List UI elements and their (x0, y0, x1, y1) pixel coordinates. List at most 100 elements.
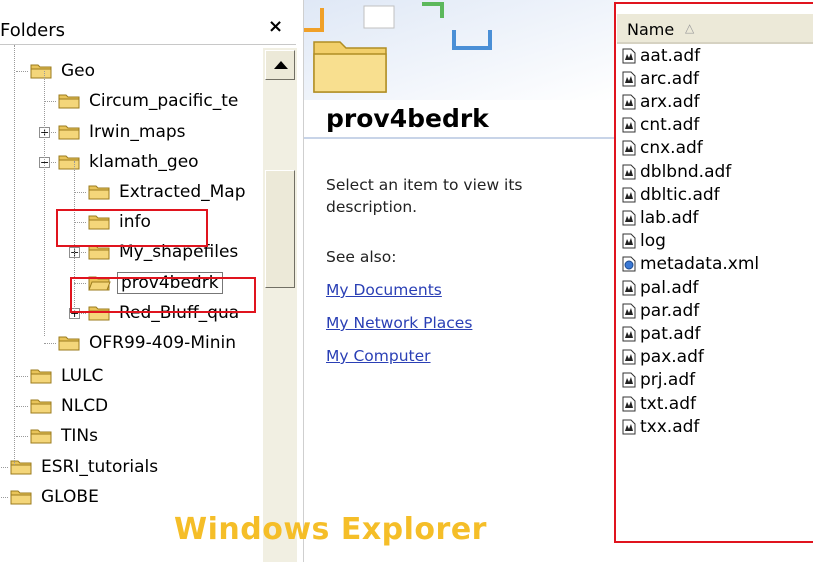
link-my-documents[interactable]: My Documents (326, 281, 442, 299)
tree-item-label: GLOBE (41, 487, 99, 507)
tree-connector (16, 406, 28, 407)
file-list-item[interactable]: txt.adf (617, 392, 696, 415)
tree-item[interactable]: Geo (30, 57, 97, 85)
tree-guide-line (74, 161, 75, 311)
tree-connector (0, 467, 8, 468)
tree-item-label: Extracted_Map (119, 182, 246, 202)
file-name: log (640, 231, 666, 252)
file-name: par.adf (640, 300, 700, 321)
file-list-item[interactable]: metadata.xml (617, 253, 759, 276)
folder-icon (30, 369, 52, 384)
folder-description: Select an item to view its description. (326, 176, 523, 216)
adf-file-icon (622, 164, 636, 179)
file-name: cnx.adf (640, 138, 703, 159)
folder-icon (88, 185, 110, 200)
file-name: dblbnd.adf (640, 161, 732, 182)
tree-item-label: NLCD (61, 396, 109, 416)
tree-connector (44, 343, 56, 344)
tree-item[interactable]: My_shapefiles (88, 238, 240, 266)
scroll-up-button[interactable] (265, 50, 295, 80)
arrow-up-icon (274, 61, 288, 69)
file-list-item[interactable]: pat.adf (617, 322, 700, 345)
folder-icon (30, 64, 52, 79)
tree-item-label-selected: prov4bedrk (117, 272, 223, 294)
file-list-item[interactable]: dblbnd.adf (617, 160, 731, 183)
name-column-header[interactable]: Name △ (617, 14, 813, 44)
file-list-item[interactable]: txx.adf (617, 415, 699, 438)
tree-item[interactable]: Extracted_Map (88, 178, 248, 206)
folders-pane-header: Folders × (0, 0, 296, 45)
file-list-item[interactable]: cnx.adf (617, 137, 703, 160)
folder-icon (58, 155, 80, 170)
tree-item[interactable]: Circum_pacific_te (58, 87, 240, 115)
adf-file-icon (622, 326, 636, 342)
adf-file-icon (622, 303, 636, 319)
link-my-network-places[interactable]: My Network Places (326, 314, 472, 332)
adf-file-icon (622, 233, 636, 249)
adf-file-icon (622, 210, 636, 226)
tree-item[interactable]: Irwin_maps (58, 118, 188, 146)
file-list-item[interactable]: prj.adf (617, 369, 695, 392)
file-list-item[interactable]: par.adf (617, 299, 699, 322)
folder-icon (88, 245, 110, 260)
file-list-item[interactable]: cnt.adf (617, 114, 699, 137)
task-pane-divider (304, 137, 616, 139)
adf-file-icon (622, 48, 636, 63)
tree-item-label: My_shapefiles (119, 242, 239, 262)
tree-item[interactable]: info (88, 208, 153, 236)
file-list-item[interactable]: log (617, 230, 666, 253)
adf-file-icon (622, 117, 636, 133)
file-list-item[interactable]: aat.adf (617, 44, 700, 67)
tree-item-label: info (119, 212, 151, 232)
open-folder-icon (88, 276, 111, 291)
folder-icon (58, 125, 80, 140)
tree-item[interactable]: GLOBE (10, 483, 101, 511)
tree-item-label: LULC (61, 366, 104, 386)
file-name: txt.adf (640, 393, 696, 414)
file-name: txx.adf (640, 416, 700, 437)
adf-file-icon (622, 349, 636, 365)
file-list-item[interactable]: arx.adf (617, 90, 700, 113)
file-list-pane: Name △ aat.adf arc.adf arx.adf cnt.adf cnx.a… (617, 0, 813, 562)
tree-item-label: Irwin_maps (89, 122, 186, 142)
see-also-label: See also: (326, 248, 397, 266)
tree-item[interactable]: ESRI_tutorials (10, 453, 160, 481)
tree-item[interactable]: prov4bedrk (88, 269, 223, 297)
tree-item-label: ESRI_tutorials (41, 457, 159, 477)
file-list-item[interactable]: lab.adf (617, 206, 699, 229)
file-name: pax.adf (640, 347, 704, 368)
tree-item[interactable]: Red_Bluff_qua (88, 299, 241, 327)
file-list-item[interactable]: pax.adf (617, 346, 704, 369)
tree-item-label: Geo (61, 61, 96, 81)
tree-item[interactable]: NLCD (30, 392, 110, 420)
folder-icon (30, 399, 52, 414)
file-list-item[interactable]: pal.adf (617, 276, 699, 299)
scroll-thumb[interactable] (265, 170, 295, 288)
tree-guide-line (14, 45, 15, 465)
tree-item[interactable]: klamath_geo (58, 148, 201, 176)
task-pane: prov4bedrk Select an item to view its de… (303, 0, 616, 562)
file-name: prj.adf (640, 370, 696, 391)
adf-file-icon (622, 94, 636, 110)
current-folder-title: prov4bedrk (326, 104, 489, 133)
tree-connector (74, 192, 86, 193)
tree-scrollbar[interactable] (263, 48, 297, 562)
tree-connector (74, 283, 86, 284)
folder-icon (58, 94, 80, 109)
tree-item[interactable]: LULC (30, 362, 105, 390)
adf-file-icon (622, 419, 636, 435)
folder-icon (30, 429, 52, 444)
close-icon[interactable]: × (268, 18, 283, 36)
link-my-computer[interactable]: My Computer (326, 347, 431, 365)
tree-connector (0, 497, 8, 498)
file-list-item[interactable]: arc.adf (617, 67, 699, 90)
file-list-item[interactable]: dbltic.adf (617, 183, 720, 206)
tree-item[interactable]: OFR99-409-Minin (58, 329, 238, 357)
folders-pane-title: Folders (0, 20, 66, 41)
tree-item[interactable]: TINs (30, 422, 100, 450)
tree-connector (16, 71, 28, 72)
tree-connector (44, 101, 56, 102)
name-column-label: Name (627, 20, 675, 39)
adf-file-icon (622, 140, 636, 156)
folder-icon (88, 306, 110, 321)
